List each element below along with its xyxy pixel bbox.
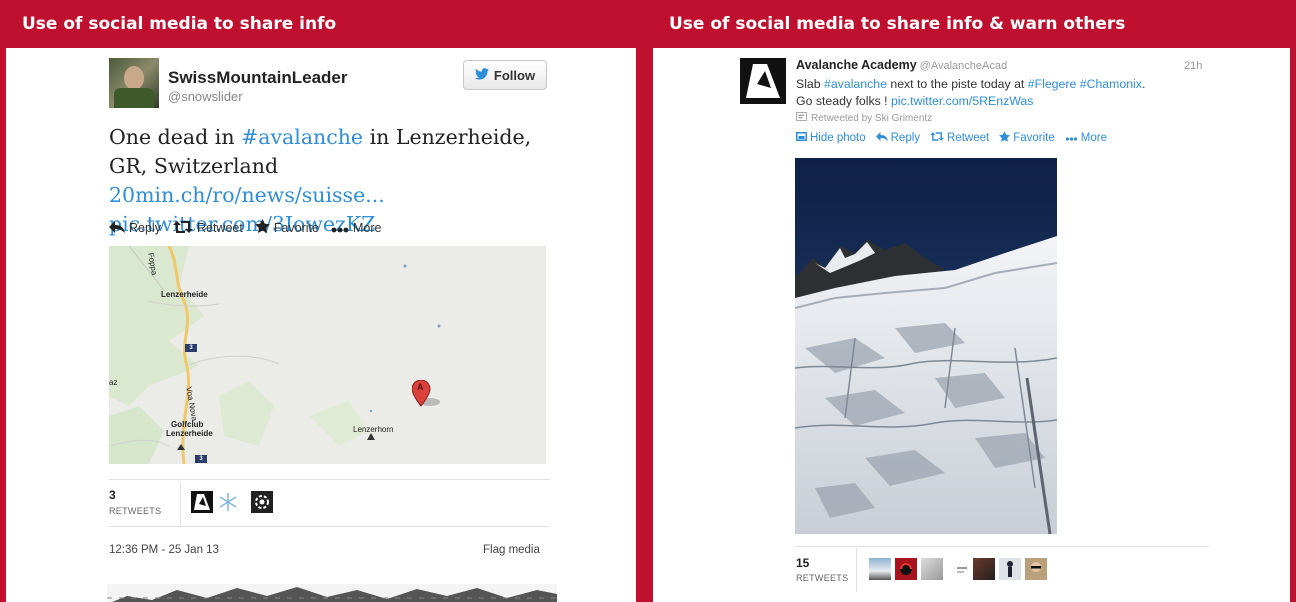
- tweet-timestamp[interactable]: 12:36 PM - 25 Jan 13: [109, 544, 219, 556]
- tweet-actions: Reply Retweet Favorite More: [109, 219, 393, 236]
- map-label-edge: az: [109, 378, 118, 387]
- retweet-count[interactable]: 3: [109, 488, 116, 502]
- retweets-label: RETWEETS: [109, 506, 162, 516]
- follow-label: Follow: [493, 67, 536, 83]
- more-action[interactable]: More: [1065, 132, 1107, 144]
- retweeter-avatar[interactable]: [251, 491, 273, 513]
- more-action[interactable]: More: [331, 220, 381, 236]
- avalanche-academy-avatar[interactable]: [740, 58, 786, 104]
- flag-media-link[interactable]: Flag media: [483, 544, 540, 556]
- left-tweet-card: SwissMountainLeader @snowslider Follow O…: [6, 48, 636, 602]
- right-panel-header: Use of social media to share info & warn…: [669, 14, 1126, 34]
- retweeter-avatar[interactable]: [191, 491, 213, 513]
- left-panel: Use of social media to share info SwissM…: [0, 0, 642, 602]
- map-label-peak: Lenzerhorn: [353, 425, 394, 434]
- divider-vertical: [856, 548, 857, 592]
- map-label-town: Lenzerheide: [161, 290, 208, 299]
- retweet-action[interactable]: Retweet: [930, 132, 989, 144]
- next-image-preview[interactable]: [107, 584, 557, 602]
- map-road-shield: 3: [185, 344, 197, 352]
- retweeter-avatar[interactable]: [217, 491, 239, 513]
- retweeter-avatar[interactable]: [869, 558, 891, 580]
- hashtag-link[interactable]: #avalanche: [241, 125, 363, 149]
- user-avatar[interactable]: [109, 58, 159, 108]
- retweeter-avatar[interactable]: [999, 558, 1021, 580]
- map-label-golf: Golfclub: [171, 420, 204, 429]
- follow-button[interactable]: Follow: [463, 60, 547, 90]
- retweet-count[interactable]: 15: [796, 556, 809, 570]
- divider: [795, 546, 1209, 547]
- tweet-actions: Hide photo Reply Retweet Favorite More: [796, 131, 1117, 145]
- more-dots-icon: [1065, 132, 1078, 144]
- divider-vertical: [180, 482, 181, 526]
- retweet-icon: [930, 132, 945, 144]
- avalanche-photo[interactable]: [795, 158, 1057, 534]
- retweeter-avatar[interactable]: [921, 558, 943, 580]
- reply-action[interactable]: Reply: [875, 132, 920, 144]
- news-link[interactable]: 20min.ch/ro/news/suisse...: [109, 183, 385, 207]
- left-panel-header: Use of social media to share info: [22, 14, 337, 34]
- more-dots-icon: [331, 220, 349, 236]
- retweet-icon: [796, 112, 807, 124]
- reply-icon: [109, 220, 125, 236]
- divider: [109, 526, 550, 527]
- author-name[interactable]: Avalanche Academy: [796, 58, 917, 72]
- reply-icon: [875, 132, 888, 144]
- tweet-text: Slab #avalanche next to the piste today …: [796, 77, 1146, 108]
- tweet-time[interactable]: 21h: [1184, 60, 1202, 72]
- retweet-action[interactable]: Retweet: [172, 220, 243, 236]
- retweeted-by[interactable]: Retweeted by Ski Grimentz: [796, 112, 932, 124]
- divider: [109, 479, 550, 480]
- retweeter-avatar[interactable]: [973, 558, 995, 580]
- twitter-bird-icon: [474, 67, 489, 83]
- right-panel: Use of social media to share info & warn…: [647, 0, 1296, 602]
- map-label-golf-town: Lenzerheide: [166, 429, 213, 438]
- retweet-icon: [172, 220, 193, 236]
- favorite-star-icon: [999, 131, 1011, 145]
- retweeter-avatar[interactable]: [895, 558, 917, 580]
- map-road-shield-bottom: 3: [195, 455, 207, 463]
- favorite-star-icon: [255, 219, 270, 236]
- right-tweet-card: Avalanche Academy @AvalancheAcad 21h Slab…: [653, 48, 1290, 602]
- photo-icon: [796, 132, 807, 144]
- favorite-action[interactable]: Favorite: [999, 131, 1055, 145]
- hashtag-link[interactable]: #Chamonix: [1080, 77, 1142, 91]
- map-image[interactable]: Lenzerheide Golfclub Lenzerheide Lenzerh…: [109, 246, 546, 464]
- pic-link[interactable]: pic.twitter.com/5REnzWas: [891, 94, 1033, 108]
- map-marker-icon: A: [411, 379, 440, 408]
- tweet-author[interactable]: Avalanche Academy @AvalancheAcad: [796, 58, 1007, 72]
- author-handle[interactable]: @AvalancheAcad: [920, 60, 1007, 72]
- tweet-handle[interactable]: @snowslider: [168, 89, 243, 104]
- hashtag-link[interactable]: #avalanche: [824, 77, 887, 91]
- hide-photo-action[interactable]: Hide photo: [796, 132, 866, 144]
- map-marker-letter: A: [417, 382, 424, 392]
- reply-action[interactable]: Reply: [109, 220, 161, 236]
- retweets-label: RETWEETS: [796, 573, 849, 583]
- hashtag-link[interactable]: #Flegere: [1028, 77, 1077, 91]
- favorite-action[interactable]: Favorite: [255, 219, 319, 236]
- retweeter-avatar[interactable]: [1025, 558, 1047, 580]
- tweet-username[interactable]: SwissMountainLeader: [168, 68, 347, 88]
